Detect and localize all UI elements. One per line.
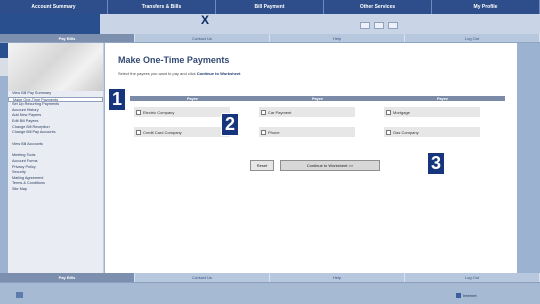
callout-3: 3 (427, 152, 445, 175)
globe-icon (456, 293, 461, 298)
footer-tab-help[interactable]: Help (270, 273, 405, 282)
footer-tab-bar: Pay Bills Contact Us Help Log Out (0, 273, 540, 282)
tab-contact-us[interactable]: Contact Us (135, 34, 270, 42)
zone-label: Internet (463, 293, 477, 298)
payee-label: Phone (268, 129, 280, 135)
security-zone: Internet (456, 293, 477, 298)
tab-help[interactable]: Help (270, 34, 405, 42)
tab-log-out[interactable]: Log Out (405, 34, 540, 42)
payee-column: Car Payment Phone (255, 101, 380, 151)
top-nav: Account Summary Transfers & Bills Bill P… (0, 0, 540, 14)
payee-checkbox[interactable] (261, 129, 266, 135)
payee-label: Gas Company (393, 129, 419, 135)
instructions-link[interactable]: Continue to Worksheet (197, 71, 241, 76)
top-nav-other-services[interactable]: Other Services (324, 0, 432, 14)
close-icon[interactable]: X (201, 14, 209, 26)
sidebar-item-site-map[interactable]: Site Map (8, 187, 103, 193)
payee-checkbox[interactable] (136, 129, 141, 135)
status-bar: Internet (0, 282, 540, 304)
sidebar: View Bill Pay Summary Make One-Time Paym… (8, 43, 104, 273)
continue-worksheet-button[interactable]: Continue to Worksheet >> (280, 160, 380, 171)
payee-table: Payee Payee Payee Electric Company Credi… (130, 96, 505, 152)
payee-option[interactable]: Phone (259, 127, 355, 137)
payee-checkbox[interactable] (386, 129, 391, 135)
top-nav-account-summary[interactable]: Account Summary (0, 0, 108, 14)
top-nav-bill-payment[interactable]: Bill Payment (216, 0, 324, 14)
footer-tab-log-out[interactable]: Log Out (405, 273, 540, 282)
sidebar-graphic (8, 43, 103, 91)
payee-option[interactable]: Electric Company (134, 107, 230, 117)
page-title: Make One-Time Payments (118, 55, 230, 65)
payee-label: Car Payment (268, 109, 292, 115)
top-nav-transfers[interactable]: Transfers & Bills (108, 0, 216, 14)
callout-2: 2 (221, 113, 239, 136)
form-buttons: Reset Continue to Worksheet >> (250, 160, 380, 171)
main-content: Make One-Time Payments Select the payees… (105, 43, 517, 273)
payee-table-body: Electric Company Credit Card Company Car… (130, 101, 505, 151)
payee-checkbox[interactable] (136, 109, 141, 115)
page-icon (16, 292, 23, 298)
mail-icon[interactable] (374, 22, 384, 29)
top-nav-profile[interactable]: My Profile (432, 0, 540, 14)
payee-option[interactable]: Car Payment (259, 107, 355, 117)
footer-tab-pay-bills[interactable]: Pay Bills (0, 273, 135, 282)
toolbar-icons (360, 22, 398, 29)
payee-label: Credit Card Company (143, 129, 182, 135)
payee-label: Mortgage (393, 109, 410, 115)
print-icon[interactable] (360, 22, 370, 29)
instructions-text: Select the payees you want to pay and cl… (118, 71, 196, 76)
reset-button[interactable]: Reset (250, 160, 274, 171)
instructions: Select the payees you want to pay and cl… (118, 71, 240, 76)
payee-option[interactable]: Credit Card Company (134, 127, 230, 137)
payee-label: Electric Company (143, 109, 175, 115)
payee-column: Mortgage Gas Company (380, 101, 505, 151)
tab-bar: Pay Bills Contact Us Help Log Out (0, 34, 540, 43)
payee-option[interactable]: Gas Company (384, 127, 480, 137)
payee-checkbox[interactable] (261, 109, 266, 115)
payee-option[interactable]: Mortgage (384, 107, 480, 117)
footer-tab-contact-us[interactable]: Contact Us (135, 273, 270, 282)
callout-1: 1 (108, 88, 126, 111)
tab-pay-bills[interactable]: Pay Bills (0, 34, 135, 42)
payee-checkbox[interactable] (386, 109, 391, 115)
help-icon[interactable] (388, 22, 398, 29)
